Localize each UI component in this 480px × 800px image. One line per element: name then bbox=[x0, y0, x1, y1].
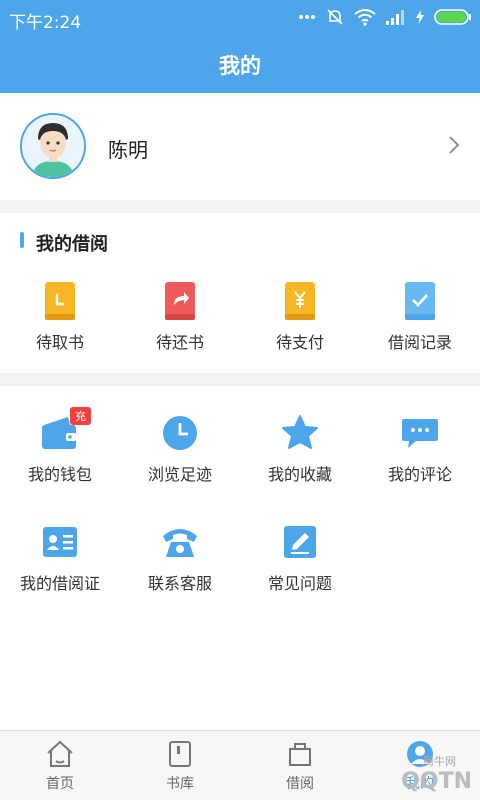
page-title: 我的 bbox=[219, 54, 261, 78]
wifi-icon bbox=[354, 9, 376, 26]
section-accent-bar bbox=[20, 232, 24, 248]
service-label: 常见问题 bbox=[267, 574, 332, 593]
service-favorites[interactable]: 我的收藏 bbox=[240, 413, 360, 485]
comment-icon bbox=[402, 419, 438, 448]
status-bar: 下午2:24 bbox=[0, 0, 480, 36]
chevron-right-icon[interactable] bbox=[448, 135, 460, 155]
more-dots-icon bbox=[299, 15, 315, 19]
borrow-item-record[interactable]: 借阅记录 bbox=[360, 281, 480, 353]
service-customer-support[interactable]: 联系客服 bbox=[120, 522, 240, 594]
nav-library[interactable]: 书库 bbox=[120, 731, 240, 800]
service-label: 我的收藏 bbox=[267, 465, 332, 484]
nav-label: 书库 bbox=[166, 776, 194, 792]
payment-icon bbox=[285, 282, 315, 320]
phone-icon bbox=[163, 529, 197, 557]
service-label: 我的借阅证 bbox=[19, 574, 100, 593]
service-label: 浏览足迹 bbox=[147, 465, 212, 484]
nav-home[interactable]: 首页 bbox=[0, 731, 120, 800]
nav-label: 借阅 bbox=[286, 776, 314, 792]
bottom-nav: 首页 书库 借阅 我的 QQTN 腾牛网 bbox=[0, 730, 480, 800]
borrow-icon bbox=[289, 743, 311, 766]
library-card-icon bbox=[43, 527, 77, 557]
service-comments[interactable]: 我的评论 bbox=[360, 413, 480, 485]
star-icon bbox=[282, 415, 318, 449]
borrow-item-label: 待支付 bbox=[275, 333, 324, 352]
status-time: 下午2:24 bbox=[9, 13, 82, 33]
home-icon bbox=[47, 740, 73, 767]
section-title: 我的借阅 bbox=[36, 234, 108, 255]
borrow-item-pickup[interactable]: 待取书 bbox=[0, 281, 120, 353]
service-label: 我的钱包 bbox=[27, 465, 92, 484]
user-name: 陈明 bbox=[108, 138, 148, 162]
borrow-item-label: 待取书 bbox=[35, 333, 84, 352]
avatar[interactable] bbox=[20, 113, 86, 179]
signal-icon bbox=[386, 10, 404, 25]
nav-borrow[interactable]: 借阅 bbox=[240, 731, 360, 800]
charging-icon bbox=[416, 10, 424, 24]
return-book-icon bbox=[165, 282, 195, 320]
profile-row[interactable]: 陈明 bbox=[0, 93, 480, 200]
service-label: 联系客服 bbox=[147, 574, 212, 593]
my-borrow-section: 我的借阅 待取书 待还书 待支付 借阅记录 bbox=[0, 213, 480, 373]
edit-icon bbox=[284, 526, 316, 558]
mute-icon bbox=[327, 9, 343, 25]
recharge-badge: 充 bbox=[70, 407, 91, 425]
borrow-item-label: 待还书 bbox=[155, 333, 204, 352]
borrow-item-return[interactable]: 待还书 bbox=[120, 281, 240, 353]
service-faq[interactable]: 常见问题 bbox=[240, 522, 360, 594]
user-avatar-icon bbox=[22, 115, 84, 177]
battery-icon bbox=[434, 9, 471, 25]
service-label: 我的评论 bbox=[387, 465, 452, 484]
history-clock-icon bbox=[163, 416, 197, 450]
service-library-card[interactable]: 我的借阅证 bbox=[0, 522, 120, 594]
pickup-book-icon bbox=[45, 282, 75, 320]
watermark-text: QQTN bbox=[401, 769, 472, 794]
nav-label: 首页 bbox=[46, 776, 74, 792]
section-divider bbox=[0, 373, 480, 386]
service-history[interactable]: 浏览足迹 bbox=[120, 413, 240, 485]
watermark-logo: QQTN 腾牛网 bbox=[401, 755, 472, 794]
library-icon bbox=[169, 741, 191, 767]
watermark-small-text: 腾牛网 bbox=[423, 755, 456, 768]
section-divider bbox=[0, 200, 480, 213]
app-header: 下午2:24 我的 bbox=[0, 0, 480, 93]
status-icons bbox=[298, 7, 472, 27]
borrow-item-payment[interactable]: 待支付 bbox=[240, 281, 360, 353]
borrow-record-icon bbox=[405, 282, 435, 320]
service-wallet[interactable]: 充 我的钱包 bbox=[0, 407, 120, 485]
borrow-item-label: 借阅记录 bbox=[387, 333, 452, 352]
